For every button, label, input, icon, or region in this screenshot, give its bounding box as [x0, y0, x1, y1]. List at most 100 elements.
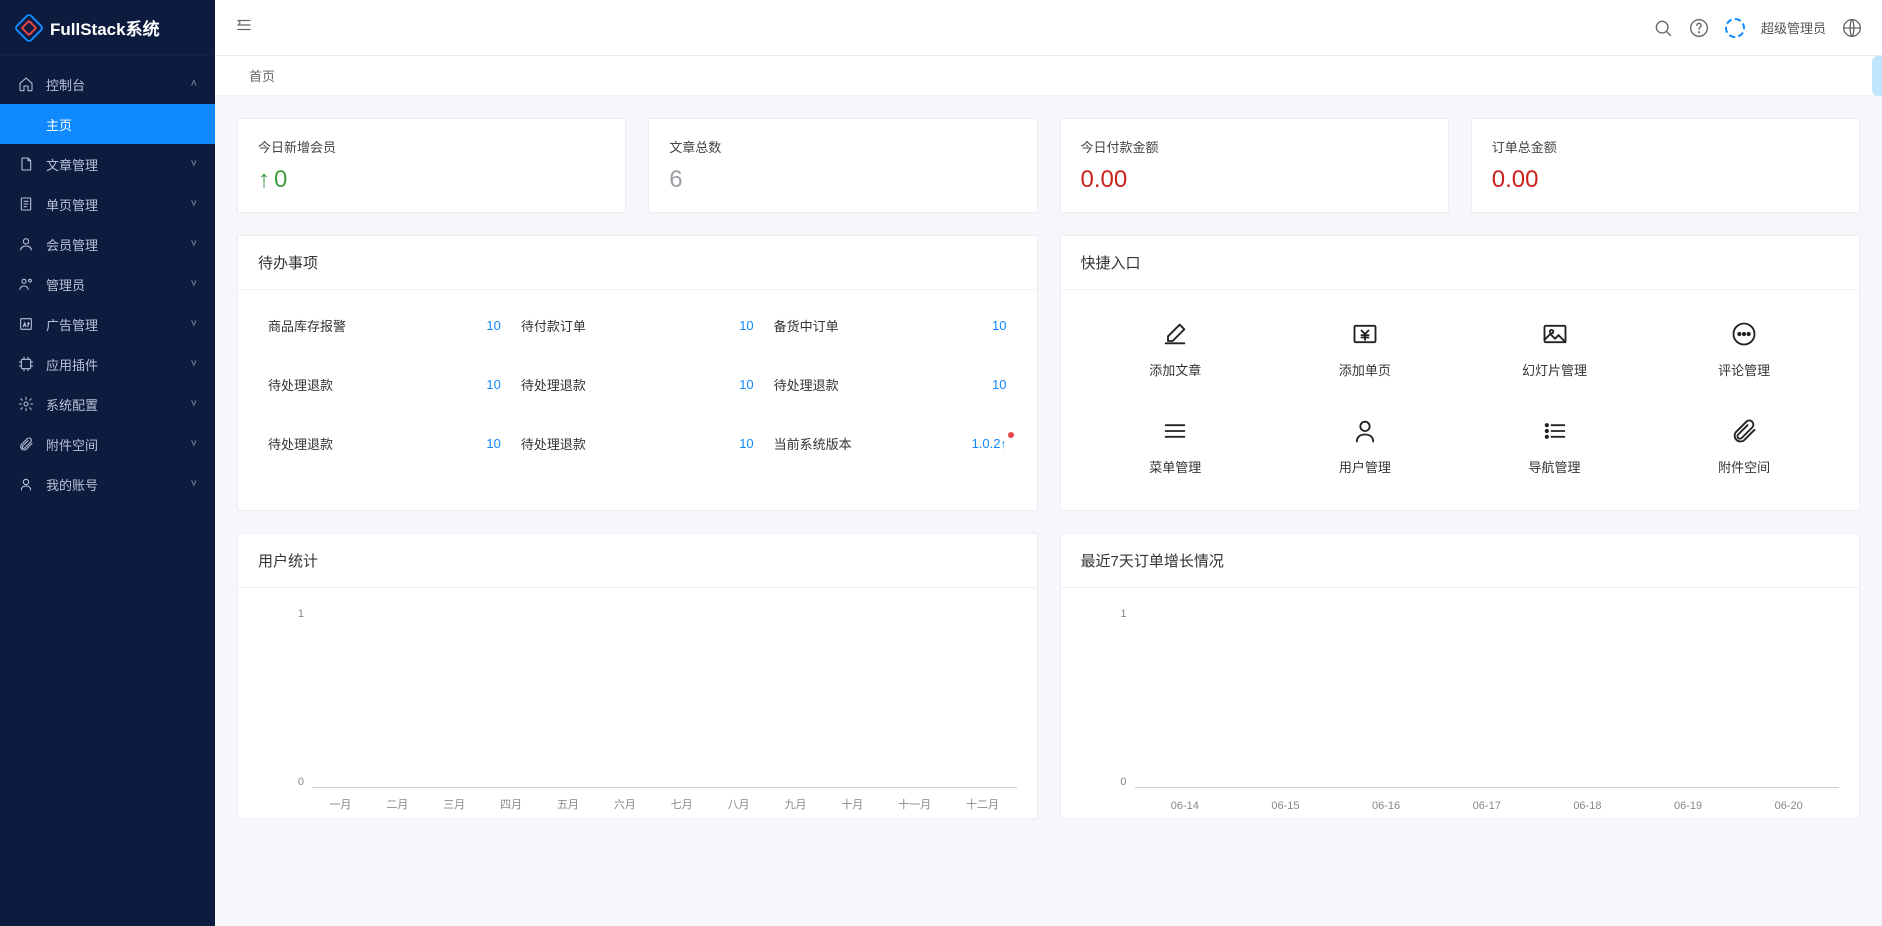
panel-todo: 待办事项 商品库存报警10待付款订单10备货中订单10待处理退款10待处理退款1…: [237, 235, 1038, 511]
x-tick: 四月: [500, 796, 522, 812]
todo-value: 10: [486, 436, 500, 451]
todo-item[interactable]: 待处理退款 10: [258, 355, 511, 414]
todo-value: 10: [739, 436, 753, 451]
todo-label: 商品库存报警: [268, 316, 346, 335]
x-tick: 七月: [671, 796, 693, 812]
todo-label: 待处理退款: [521, 375, 586, 394]
sidebar: FullStack系统 控制台˄主页文章管理˅单页管理˅会员管理˅管理员˅广告管…: [0, 0, 215, 926]
sidebar-collapse-button[interactable]: [235, 16, 253, 39]
quick-item-rmb[interactable]: 添加单页: [1270, 310, 1460, 389]
sidebar-item-label: 主页: [46, 115, 72, 134]
sidebar-item-me[interactable]: 我的账号˅: [0, 464, 215, 504]
todo-label: 待处理退款: [268, 434, 333, 453]
todo-value: 10: [486, 377, 500, 392]
quick-item-image[interactable]: 幻灯片管理: [1460, 310, 1650, 389]
chat-icon: [1730, 320, 1758, 348]
y-tick: 0: [264, 776, 304, 788]
order-chart-plot: [1135, 608, 1840, 788]
topbar: 超级管理员: [215, 0, 1882, 56]
user-chart-plot: [312, 608, 1017, 788]
username[interactable]: 超级管理员: [1761, 18, 1826, 37]
x-tick: 十月: [841, 796, 863, 812]
stat-value: 0.00: [1492, 166, 1839, 194]
x-tick: 十二月: [966, 796, 999, 812]
content: 今日新增会员↑ 0文章总数6今日付款金额0.00订单总金额0.00 待办事项 商…: [215, 96, 1882, 926]
todo-value: 10: [992, 377, 1006, 392]
quick-item-chat[interactable]: 评论管理: [1649, 310, 1839, 389]
todo-item[interactable]: 待处理退款10: [511, 414, 764, 473]
right-dock-handle[interactable]: [1872, 56, 1882, 96]
user-chart-title: 用户统计: [238, 534, 1037, 588]
todo-item[interactable]: 待处理退款 10: [258, 414, 511, 473]
tab-bar: 首页: [215, 56, 1882, 96]
stat-value: 0.00: [1081, 166, 1428, 194]
stat-value: 6: [669, 166, 1016, 194]
stat-value: ↑ 0: [258, 166, 605, 194]
sidebar-item-label: 文章管理: [46, 155, 98, 174]
stat-card: 订单总金额 0.00: [1471, 118, 1860, 213]
panel-quick-title: 快捷入口: [1061, 236, 1860, 290]
x-tick: 06-16: [1372, 800, 1400, 812]
sidebar-item-label: 我的账号: [46, 475, 98, 494]
todo-item[interactable]: 备货中订单10: [764, 296, 1017, 355]
stat-card: 今日付款金额0.00: [1060, 118, 1449, 213]
todo-value: 10: [739, 318, 753, 333]
clip-icon: [1730, 417, 1758, 445]
help-icon[interactable]: [1689, 18, 1709, 38]
quick-label: 导航管理: [1529, 457, 1581, 476]
todo-label: 待付款订单: [521, 316, 586, 335]
tab-home[interactable]: 首页: [235, 62, 289, 89]
chevron-down-icon: ˅: [191, 198, 197, 210]
todo-item[interactable]: 待处理退款 10: [511, 355, 764, 414]
todo-item[interactable]: 待付款订单 10: [511, 296, 764, 355]
chevron-down-icon: ˅: [191, 318, 197, 330]
todo-value: 10: [739, 377, 753, 392]
quick-label: 用户管理: [1339, 457, 1391, 476]
quick-item-user2[interactable]: 用户管理: [1270, 407, 1460, 486]
avatar[interactable]: [1725, 18, 1745, 38]
list-icon: [1541, 417, 1569, 445]
x-tick: 06-15: [1271, 800, 1299, 812]
quick-item-menu[interactable]: 菜单管理: [1081, 407, 1271, 486]
language-icon[interactable]: [1842, 18, 1862, 38]
chevron-down-icon: ˅: [191, 278, 197, 290]
sidebar-item-label: 广告管理: [46, 315, 98, 334]
quick-label: 菜单管理: [1149, 457, 1201, 476]
panel-quick: 快捷入口 添加文章添加单页 幻灯片管理评论管理菜单管理 用户管理 导航管理 附件空间: [1060, 235, 1861, 511]
stat-row: 今日新增会员↑ 0 文章总数 6 今日付款金额0.00 订单总金额 0.00: [237, 118, 1860, 213]
todo-value: 10: [486, 318, 500, 333]
todo-value: 1.0.2↑: [972, 436, 1007, 451]
chevron-down-icon: ˅: [191, 398, 197, 410]
x-tick: 06-20: [1775, 800, 1803, 812]
quick-item-clip[interactable]: 附件空间: [1649, 407, 1839, 486]
y-tick: 1: [264, 608, 304, 620]
logo[interactable]: FullStack系统: [0, 0, 215, 56]
x-tick: 一月: [329, 796, 351, 812]
chevron-up-icon: ˄: [191, 78, 197, 90]
user2-icon: [1351, 417, 1379, 445]
stat-card: 今日新增会员↑ 0: [237, 118, 626, 213]
stat-title: 文章总数: [669, 137, 1016, 156]
stat-card: 文章总数 6: [648, 118, 1037, 213]
x-tick: 06-14: [1171, 800, 1199, 812]
search-icon[interactable]: [1653, 18, 1673, 38]
quick-label: 添加单页: [1339, 360, 1391, 379]
chevron-down-icon: ˅: [191, 438, 197, 450]
x-tick: 06-19: [1674, 800, 1702, 812]
todo-item[interactable]: 商品库存报警 10: [258, 296, 511, 355]
stat-title: 订单总金额: [1492, 137, 1839, 156]
quick-item-edit[interactable]: 添加文章: [1081, 310, 1271, 389]
quick-item-list[interactable]: 导航管理: [1460, 407, 1650, 486]
quick-label: 附件空间: [1718, 457, 1770, 476]
menu-icon: [1161, 417, 1189, 445]
image-icon: [1541, 320, 1569, 348]
todo-label: 当前系统版本: [774, 434, 852, 453]
todo-item[interactable]: 待处理退款10: [764, 355, 1017, 414]
sidebar-item-label: 单页管理: [46, 195, 98, 214]
todo-item[interactable]: 当前系统版本 1.0.2↑: [764, 414, 1017, 473]
todo-label: 待处理退款: [268, 375, 333, 394]
edit-icon: [1161, 320, 1189, 348]
y-tick: 1: [1087, 608, 1127, 620]
chevron-down-icon: ˅: [191, 158, 197, 170]
sidebar-item-label: 控制台: [46, 75, 85, 94]
